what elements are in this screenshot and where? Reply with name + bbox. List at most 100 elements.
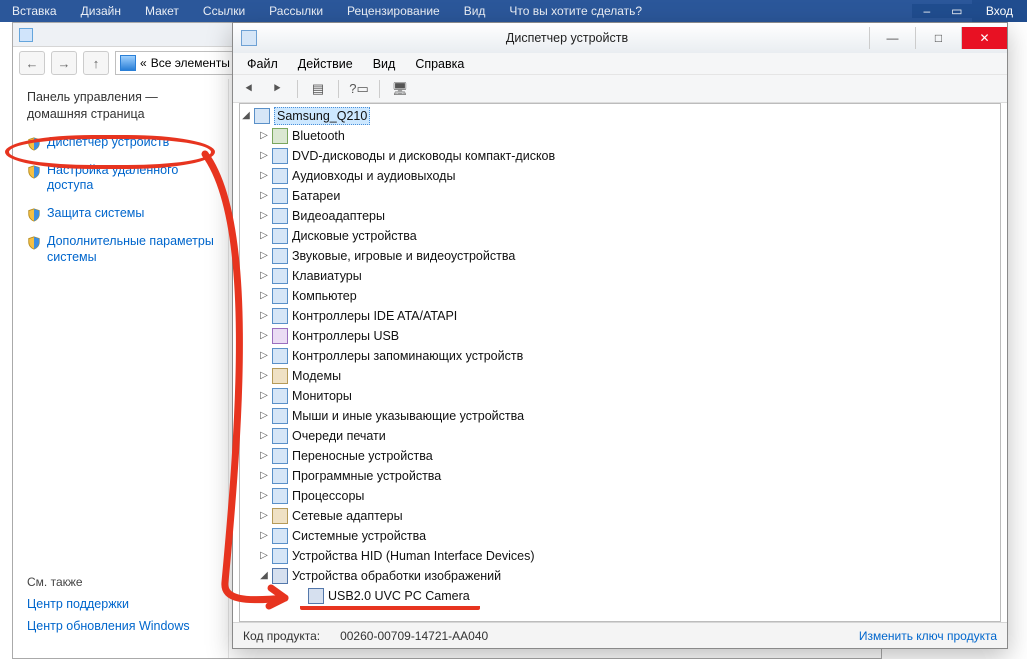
signin-button[interactable]: Вход (972, 0, 1027, 22)
tree-category[interactable]: ▷ DVD-дисководы и дисководы компакт-диско… (258, 146, 1000, 166)
category-label[interactable]: Bluetooth (292, 128, 345, 144)
category-label[interactable]: Контроллеры запоминающих устройств (292, 348, 523, 364)
tree-category[interactable]: ▷ Батареи (258, 186, 1000, 206)
menu-view[interactable]: Вид (363, 55, 406, 73)
expand-toggle-icon[interactable]: ▷ (258, 150, 270, 162)
expand-toggle-icon[interactable]: ◢ (240, 110, 252, 122)
tree-category[interactable]: ▷ Дисковые устройства (258, 226, 1000, 246)
category-label[interactable]: Аудиовходы и аудиовыходы (292, 168, 455, 184)
category-label[interactable]: Очереди печати (292, 428, 386, 444)
expand-toggle-icon[interactable]: ▷ (258, 270, 270, 282)
expand-toggle-icon[interactable]: ▷ (258, 530, 270, 542)
toolbar-view-icon[interactable]: ▤ (306, 78, 330, 100)
link-remote-access[interactable]: Настройка удаленного доступа (27, 163, 214, 194)
ribbon-tab[interactable]: Рецензирование (335, 0, 452, 22)
change-key-link[interactable]: Изменить ключ продукта (859, 629, 997, 643)
tree-category[interactable]: ▷ Процессоры (258, 486, 1000, 506)
expand-toggle-icon[interactable]: ▷ (258, 490, 270, 502)
category-label[interactable]: Компьютер (292, 288, 357, 304)
tree-category[interactable]: ▷ Аудиовходы и аудиовыходы (258, 166, 1000, 186)
category-label[interactable]: Мониторы (292, 388, 352, 404)
category-label[interactable]: Мыши и иные указывающие устройства (292, 408, 524, 424)
tree-category[interactable]: ▷ Сетевые адаптеры (258, 506, 1000, 526)
back-button[interactable]: ← (19, 51, 45, 75)
category-label[interactable]: Батареи (292, 188, 340, 204)
tree-root[interactable]: ◢ Samsung_Q210 (240, 106, 1000, 126)
link-action-center[interactable]: Центр поддержки (27, 597, 214, 611)
tree-category[interactable]: ▷Мыши и иные указывающие устройства (258, 406, 1000, 426)
toolbar-help-icon[interactable]: ?▭ (347, 78, 371, 100)
category-label[interactable]: Процессоры (292, 488, 364, 504)
category-label[interactable]: Контроллеры USB (292, 328, 399, 344)
category-label[interactable]: Устройства HID (Human Interface Devices) (292, 548, 535, 564)
up-button[interactable]: ↑ (83, 51, 109, 75)
root-label[interactable]: Samsung_Q210 (274, 107, 370, 125)
expand-toggle-icon[interactable]: ▷ (258, 450, 270, 462)
menu-help[interactable]: Справка (405, 55, 474, 73)
expand-toggle-icon[interactable]: ▷ (258, 550, 270, 562)
expand-toggle-icon[interactable]: ▷ (258, 510, 270, 522)
expand-toggle-icon[interactable]: ▷ (258, 190, 270, 202)
close-button[interactable]: ✕ (961, 27, 1007, 49)
expand-toggle-icon[interactable]: ▷ (258, 370, 270, 382)
device-tree[interactable]: ◢ Samsung_Q210 ▷ Bluetooth ▷ DVD-дисководы … (239, 103, 1001, 622)
expand-toggle-icon[interactable]: ▷ (258, 250, 270, 262)
ribbon-search-hint[interactable]: Что вы хотите сделать? (497, 0, 654, 22)
tree-category[interactable]: ▷ Компьютер (258, 286, 1000, 306)
category-label[interactable]: Сетевые адаптеры (292, 508, 403, 524)
menu-file[interactable]: Файл (237, 55, 288, 73)
tree-category[interactable]: ▷Мониторы (258, 386, 1000, 406)
tree-category[interactable]: ▷ Устройства HID (Human Interface Devices… (258, 546, 1000, 566)
tree-category-imaging[interactable]: ◢ Устройства обработки изображений (258, 566, 1000, 586)
expand-toggle-icon[interactable]: ▷ (258, 470, 270, 482)
tree-category[interactable]: ▷ Bluetooth (258, 126, 1000, 146)
ribbon-tab[interactable]: Вставка (0, 0, 69, 22)
tree-category[interactable]: ▷ Модемы (258, 366, 1000, 386)
minimize-button[interactable]: — (869, 27, 915, 49)
expand-toggle-icon[interactable]: ◢ (258, 570, 270, 582)
ribbon-max-button[interactable]: ▭ (942, 4, 972, 18)
ribbon-tab[interactable]: Макет (133, 0, 191, 22)
expand-toggle-icon[interactable]: ▷ (258, 330, 270, 342)
expand-toggle-icon[interactable]: ▷ (258, 130, 270, 142)
expand-toggle-icon[interactable]: ▷ (258, 170, 270, 182)
category-label[interactable]: Клавиатуры (292, 268, 362, 284)
expand-toggle-icon[interactable]: ▷ (258, 310, 270, 322)
category-label[interactable]: Видеоадаптеры (292, 208, 385, 224)
tree-category[interactable]: ▷ Переносные устройства (258, 446, 1000, 466)
expand-toggle-icon[interactable]: ▷ (258, 210, 270, 222)
tree-category[interactable]: ▷ Системные устройства (258, 526, 1000, 546)
category-label[interactable]: Звуковые, игровые и видеоустройства (292, 248, 515, 264)
category-label[interactable]: Переносные устройства (292, 448, 433, 464)
ribbon-tab[interactable]: Ссылки (191, 0, 257, 22)
tree-category[interactable]: ▷ Контроллеры запоминающих устройств (258, 346, 1000, 366)
category-label[interactable]: Системные устройства (292, 528, 426, 544)
ribbon-min-button[interactable]: – (912, 4, 942, 18)
category-label[interactable]: Устройства обработки изображений (292, 568, 501, 584)
tree-category[interactable]: ▷ Звуковые, игровые и видеоустройства (258, 246, 1000, 266)
category-label[interactable]: Дисковые устройства (292, 228, 417, 244)
link-system-protection[interactable]: Защита системы (27, 206, 214, 222)
category-label[interactable]: Контроллеры IDE ATA/ATAPI (292, 308, 457, 324)
ribbon-tab[interactable]: Дизайн (69, 0, 133, 22)
tree-category[interactable]: ▷ Видеоадаптеры (258, 206, 1000, 226)
link-windows-update[interactable]: Центр обновления Windows (27, 619, 214, 633)
toolbar-forward-icon[interactable]: ⯈ (265, 78, 289, 100)
forward-button[interactable]: → (51, 51, 77, 75)
ribbon-tab[interactable]: Вид (452, 0, 498, 22)
menu-action[interactable]: Действие (288, 55, 363, 73)
expand-toggle-icon[interactable]: ▷ (258, 290, 270, 302)
link-device-manager[interactable]: Диспетчер устройств (27, 135, 214, 151)
expand-toggle-icon[interactable]: ▷ (258, 350, 270, 362)
category-label[interactable]: Модемы (292, 368, 341, 384)
toolbar-back-icon[interactable]: ⯇ (237, 78, 261, 100)
expand-toggle-icon[interactable]: ▷ (258, 230, 270, 242)
expand-toggle-icon[interactable]: ▷ (258, 430, 270, 442)
tree-category[interactable]: ▷ Программные устройства (258, 466, 1000, 486)
category-label[interactable]: DVD-дисководы и дисководы компакт-дисков (292, 148, 555, 164)
maximize-button[interactable]: □ (915, 27, 961, 49)
tree-category[interactable]: ▷ Клавиатуры (258, 266, 1000, 286)
tree-category[interactable]: ▷ Контроллеры IDE ATA/ATAPI (258, 306, 1000, 326)
tree-category[interactable]: ▷ Контроллеры USB (258, 326, 1000, 346)
category-label[interactable]: Программные устройства (292, 468, 441, 484)
